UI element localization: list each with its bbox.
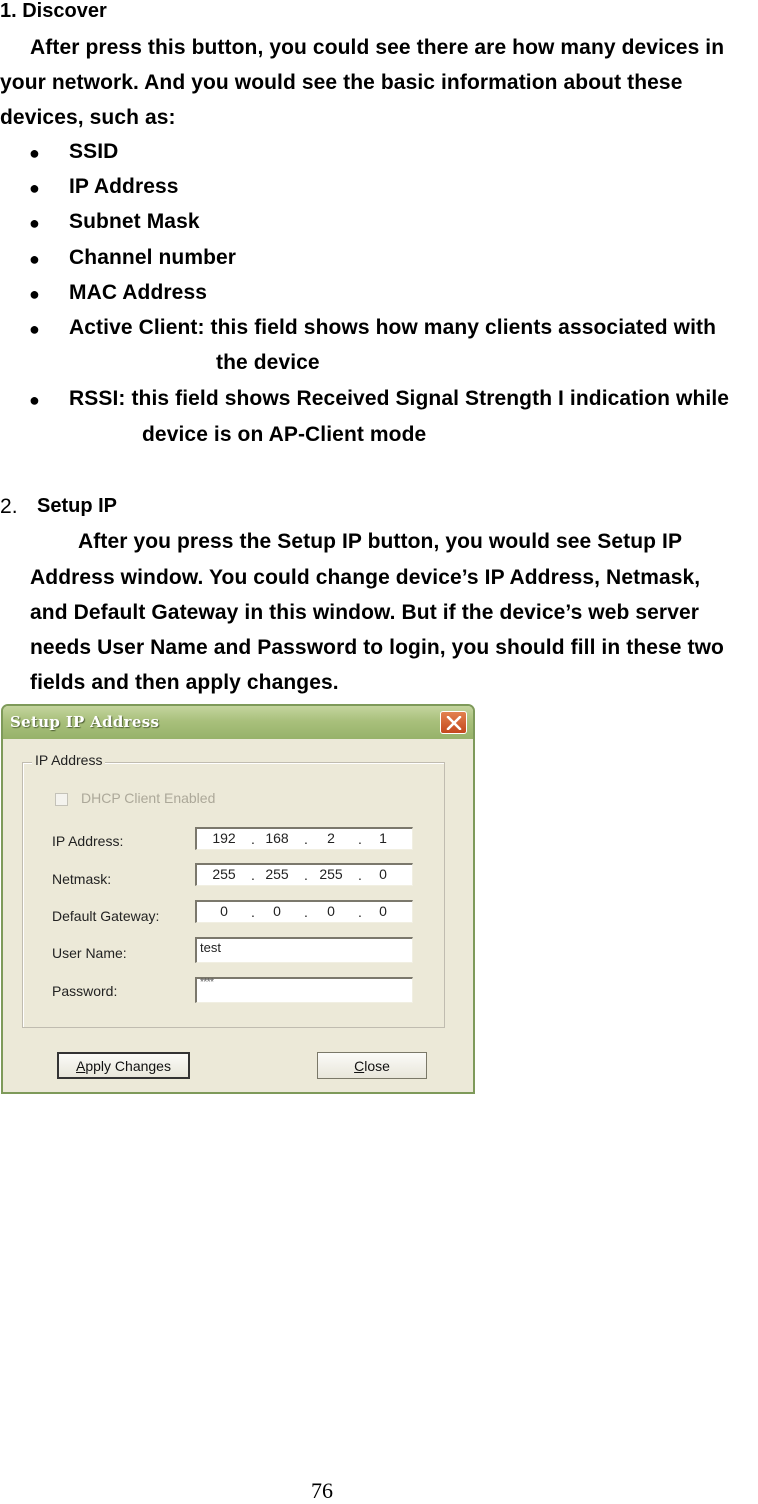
bullet-icon: ● xyxy=(29,390,40,410)
netmask-octet-4[interactable]: 0 xyxy=(365,866,401,882)
paragraph-line: needs User Name and Password to login, y… xyxy=(30,636,724,659)
dhcp-checkbox-label: DHCP Client Enabled xyxy=(81,790,216,806)
list-item: Active Client: this field shows how many… xyxy=(69,316,717,339)
password-label: Password: xyxy=(52,983,118,999)
section-heading-discover: 1. Discover xyxy=(0,0,107,22)
list-item: MAC Address xyxy=(69,281,208,304)
bullet-icon: ● xyxy=(29,178,40,198)
bullet-icon: ● xyxy=(29,249,40,269)
page-number: 76 xyxy=(311,1478,333,1503)
octet-separator: . xyxy=(251,904,255,920)
list-item: SSID xyxy=(69,140,119,163)
close-window-button[interactable] xyxy=(440,711,467,734)
paragraph-line: fields and then apply changes. xyxy=(30,671,339,694)
apply-changes-button[interactable]: Apply Changes xyxy=(57,1052,190,1079)
paragraph-line: Address window. You could change device’… xyxy=(30,566,701,589)
ip-octet-3[interactable]: 2 xyxy=(313,830,349,846)
paragraph-line: After press this button, you could see t… xyxy=(30,36,725,59)
octet-separator: . xyxy=(358,867,362,883)
list-item: RSSI: this field shows Received Signal S… xyxy=(69,387,730,410)
netmask-label: Netmask: xyxy=(52,871,112,887)
paragraph-line: devices, such as: xyxy=(0,106,176,129)
default-gateway-field[interactable]: 0 . 0 . 0 . 0 xyxy=(195,900,413,923)
username-value: test xyxy=(200,940,221,955)
netmask-octet-3[interactable]: 255 xyxy=(313,866,349,882)
octet-separator: . xyxy=(251,831,255,847)
apply-label: pply Changes xyxy=(85,1057,171,1074)
default-gateway-label: Default Gateway: xyxy=(52,908,160,924)
gateway-octet-4[interactable]: 0 xyxy=(365,903,401,919)
octet-separator: . xyxy=(251,867,255,883)
dialog-titlebar[interactable]: Setup IP Address xyxy=(3,706,473,739)
password-input[interactable]: **** xyxy=(195,977,413,1003)
groupbox-label: IP Address xyxy=(32,752,106,768)
section-number: 2. xyxy=(0,495,18,518)
octet-separator: . xyxy=(358,904,362,920)
octet-separator: . xyxy=(358,831,362,847)
username-label: User Name: xyxy=(52,945,127,961)
gateway-octet-2[interactable]: 0 xyxy=(259,903,295,919)
dhcp-checkbox[interactable] xyxy=(55,793,68,806)
paragraph-line: your network. And you would see the basi… xyxy=(0,71,683,94)
paragraph-line: and Default Gateway in this window. But … xyxy=(30,601,700,624)
ip-address-field[interactable]: 192 . 168 . 2 . 1 xyxy=(195,827,413,850)
bullet-icon: ● xyxy=(29,143,40,163)
netmask-octet-1[interactable]: 255 xyxy=(206,866,242,882)
octet-separator: . xyxy=(304,867,308,883)
list-item-continuation: the device xyxy=(216,351,320,374)
ip-octet-2[interactable]: 168 xyxy=(259,830,295,846)
netmask-field[interactable]: 255 . 255 . 255 . 0 xyxy=(195,863,413,886)
netmask-octet-2[interactable]: 255 xyxy=(259,866,295,882)
ip-octet-1[interactable]: 192 xyxy=(206,830,242,846)
bullet-icon: ● xyxy=(29,319,40,339)
gateway-octet-3[interactable]: 0 xyxy=(313,903,349,919)
ip-address-label: IP Address: xyxy=(52,833,124,849)
octet-separator: . xyxy=(304,904,308,920)
list-item-continuation: device is on AP-Client mode xyxy=(142,423,427,446)
close-label: lose xyxy=(364,1057,390,1074)
setup-ip-dialog: Setup IP Address IP Address DHCP Client … xyxy=(1,704,475,1094)
close-button[interactable]: Close xyxy=(317,1052,427,1079)
username-input[interactable]: test xyxy=(195,937,413,963)
paragraph-line: After you press the Setup IP button, you… xyxy=(78,530,683,553)
bullet-icon: ● xyxy=(29,213,40,233)
list-item: Subnet Mask xyxy=(69,210,200,233)
octet-separator: . xyxy=(304,831,308,847)
dialog-title: Setup IP Address xyxy=(10,713,160,731)
password-value: **** xyxy=(200,977,214,988)
list-item: IP Address xyxy=(69,175,179,198)
list-item: Channel number xyxy=(69,246,237,269)
bullet-icon: ● xyxy=(29,284,40,304)
section-heading-setup-ip: Setup IP xyxy=(37,495,118,517)
gateway-octet-1[interactable]: 0 xyxy=(206,903,242,919)
close-x-icon xyxy=(446,715,461,730)
close-mnemonic: C xyxy=(354,1057,365,1074)
apply-mnemonic: A xyxy=(76,1057,86,1074)
ip-octet-4[interactable]: 1 xyxy=(365,830,401,846)
